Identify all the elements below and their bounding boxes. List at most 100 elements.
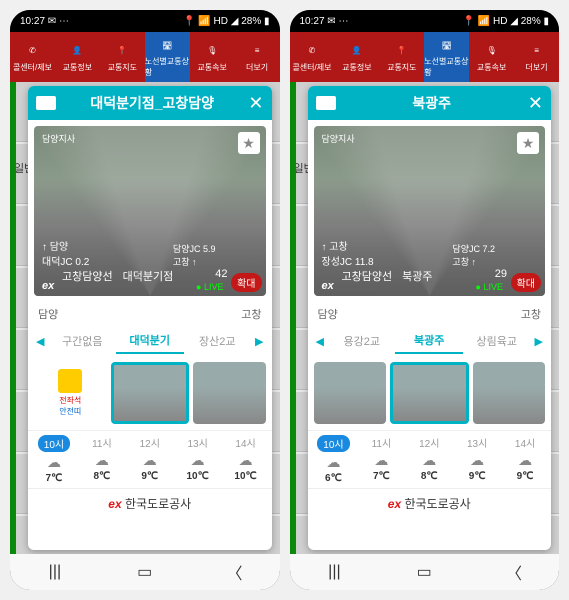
nav-tab-2[interactable]: 📍교통지도 [379, 32, 424, 82]
nav-label: 콜센터/제보 [13, 62, 52, 73]
nav-tab-4[interactable]: 🎙교통속보 [469, 32, 514, 82]
weather-time: 13시 [467, 435, 487, 450]
thumb-1[interactable] [390, 362, 469, 424]
thumb-tab-1[interactable]: 북광주 [395, 328, 463, 354]
recent-apps-button[interactable]: ||| [35, 563, 75, 581]
thumb-1[interactable] [111, 362, 190, 424]
weather-row: 10시 ☁ 6℃ 11시 ☁ 7℃ 12시 ☁ 8℃ 13시 ☁ 9℃ 14시 … [308, 430, 552, 488]
nav-tab-5[interactable]: ≡더보기 [514, 32, 559, 82]
nav-label: 교통정보 [63, 62, 92, 73]
back-button[interactable]: 〈 [494, 560, 534, 584]
weather-temp: 8℃ [421, 471, 438, 482]
nav-tab-3[interactable]: 🛣노선별교통상황 [145, 32, 190, 82]
thumb-tab-2[interactable]: 장산2교 [184, 329, 252, 353]
favorite-button[interactable]: ★ [238, 132, 260, 154]
overlay-route: 고창담양선북광주29 [342, 268, 538, 284]
cloud-icon: ☁ [47, 454, 61, 471]
location-row: 담양 고창 [308, 302, 552, 326]
footer-brand: ex 한국도로공사 [308, 488, 552, 518]
thumb-tabs: ◀구간없음대덕분기장산2교▶ [28, 326, 272, 356]
next-arrow-icon[interactable]: ▶ [251, 335, 267, 348]
recent-apps-button[interactable]: ||| [314, 563, 354, 581]
weather-time: 10시 [38, 435, 70, 452]
nav-tab-2[interactable]: 📍교통지도 [100, 32, 145, 82]
favorite-button[interactable]: ★ [517, 132, 539, 154]
status-time: 10:27 ✉ ⋯ [300, 16, 349, 27]
weather-temp: 9℃ [469, 471, 486, 482]
nav-label: 교통지도 [387, 62, 416, 73]
safety-card[interactable]: 전좌석안전띠 [34, 362, 107, 424]
modal-header: 대덕분기점_고창담양 ✕ [28, 86, 272, 120]
nav-label: 교통속보 [477, 62, 506, 73]
back-button[interactable]: 〈 [215, 560, 255, 584]
next-arrow-icon[interactable]: ▶ [531, 335, 547, 348]
close-icon[interactable]: ✕ [528, 93, 543, 114]
phone-right: 10:27 ✉ ⋯ 📍 📶 HD ◢ 28% ▮✆콜센터/제보👤교통정보📍교통지… [290, 10, 560, 590]
nav-tab-4[interactable]: 🎙교통속보 [190, 32, 235, 82]
nav-label: 교통속보 [197, 62, 226, 73]
weather-time: 12시 [419, 435, 439, 450]
thumb-0[interactable] [314, 362, 387, 424]
weather-time: 14시 [235, 435, 255, 450]
cloud-icon: ☁ [374, 452, 388, 469]
thumb-2[interactable] [193, 362, 266, 424]
status-bar: 10:27 ✉ ⋯ 📍 📶 HD ◢ 28% ▮ [10, 10, 280, 32]
cloud-icon: ☁ [470, 452, 484, 469]
cloud-icon: ☁ [143, 452, 157, 469]
close-icon[interactable]: ✕ [248, 93, 263, 114]
location-row: 담양고창 [28, 302, 272, 326]
nav-tab-5[interactable]: ≡ 더보기 [235, 32, 280, 82]
ex-logo-icon: ex [322, 280, 334, 292]
loc-right: 고창 [521, 306, 541, 322]
nav-icon: ✆ [23, 42, 41, 60]
nav-label: 노선별교통상황 [145, 56, 190, 78]
brand-text: 한국도로공사 [125, 497, 191, 511]
thumbnails: 전좌석안전띠 [28, 356, 272, 430]
weather-cell-0: 10시 ☁ 7℃ [30, 435, 78, 484]
zoom-button[interactable]: 확대 [511, 273, 541, 292]
route-stripe [290, 82, 296, 554]
home-button[interactable]: ▭ [404, 562, 444, 582]
weather-temp: 10℃ [234, 471, 256, 482]
nav-label: 더보기 [526, 62, 548, 73]
modal-title: 북광주 [336, 93, 528, 113]
thumb-2[interactable] [473, 362, 546, 424]
weather-temp: 6℃ [325, 473, 342, 484]
prev-arrow-icon[interactable]: ◀ [312, 335, 328, 348]
prev-arrow-icon[interactable]: ◀ [32, 335, 48, 348]
phone-left: 10:27 ✉ ⋯ 📍 📶 HD ◢ 28% ▮ ✆ 콜센터/제보👤교통정보📍교통지… [10, 10, 280, 590]
nav-tab-0[interactable]: ✆콜센터/제보 [290, 32, 335, 82]
thumbnails [308, 356, 552, 430]
nav-label: 더보기 [246, 62, 268, 73]
thumb-tabs: ◀용강2교북광주상림육교▶ [308, 326, 552, 356]
nav-tab-3[interactable]: 🛣노선별교통상황 [424, 32, 469, 82]
cctv-modal: 북광주 ✕ 담양지사 ★ ↑ 고창장성JC 11.8 담양JC 7.2고창 ↑ … [308, 86, 552, 550]
status-bar: 10:27 ✉ ⋯ 📍 📶 HD ◢ 28% ▮ [290, 10, 560, 32]
thumb-tab-1[interactable]: 대덕분기 [116, 328, 184, 354]
content-area: 일반남고창 북광주 ✕ 담양지사 ★ ↑ 고창장성JC 11.8 담양JC 7.… [290, 82, 560, 554]
overlay-sign-right: 담양JC 5.9고창 ↑ [173, 242, 216, 268]
status-right: 📍 📶 HD ◢ 28% ▮ [463, 16, 549, 27]
cctv-view[interactable]: 담양지사 ★ ↑ 고창장성JC 11.8 담양JC 7.2고창 ↑ 고창담양선북… [314, 126, 546, 296]
nav-tab-1[interactable]: 👤교통정보 [55, 32, 100, 82]
overlay-sign-left: ↑ 담양대덕JC 0.2 [42, 238, 89, 268]
loc-left: 담양 [318, 306, 338, 322]
system-nav: ||| ▭ 〈 [10, 554, 280, 590]
cctv-view[interactable]: 담양지사 ★ ↑ 담양대덕JC 0.2 담양JC 5.9고창 ↑ 고창담양선대덕… [34, 126, 266, 296]
thumb-tab-2[interactable]: 상림육교 [463, 329, 531, 353]
nav-tab-1[interactable]: 👤교통정보 [334, 32, 379, 82]
nav-tab-0[interactable]: ✆ 콜센터/제보 [10, 32, 55, 82]
nav-icon: ≡ [248, 42, 266, 60]
weather-temp: 10℃ [186, 471, 208, 482]
status-right: 📍 📶 HD ◢ 28% ▮ [183, 16, 269, 27]
weather-temp: 7℃ [373, 471, 390, 482]
thumb-tab-0[interactable]: 구간없음 [48, 329, 116, 353]
weather-cell-4: 14시 ☁ 9℃ [501, 435, 549, 484]
zoom-button[interactable]: 확대 [231, 273, 261, 292]
weather-cell-2: 12시 ☁ 8℃ [405, 435, 453, 484]
weather-cell-3: 13시 ☁ 10℃ [174, 435, 222, 484]
thumb-tab-0[interactable]: 용강2교 [328, 329, 396, 353]
home-button[interactable]: ▭ [125, 562, 165, 582]
weather-time: 14시 [515, 435, 535, 450]
cloud-icon: ☁ [518, 452, 532, 469]
